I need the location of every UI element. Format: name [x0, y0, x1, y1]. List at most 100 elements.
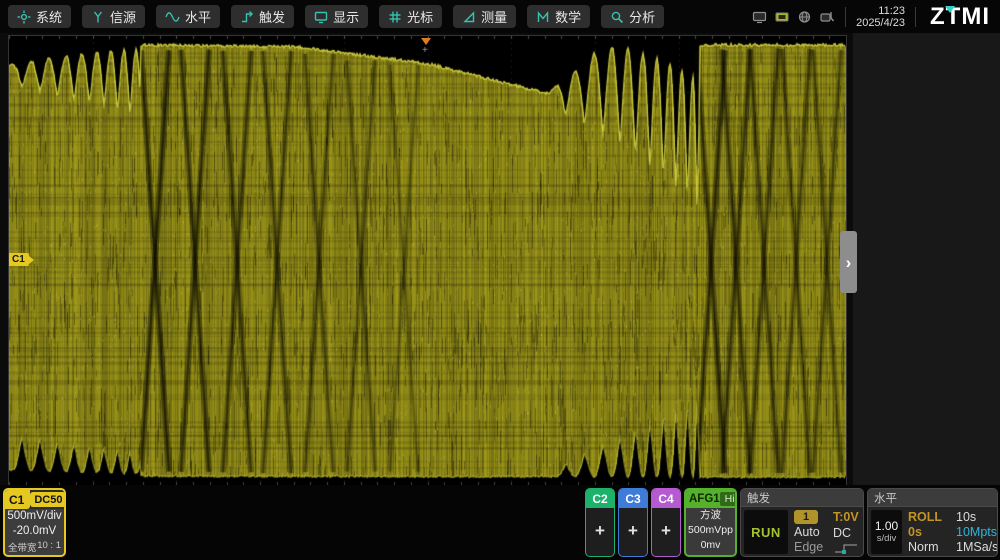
afg-header: AFG1 HiZ	[686, 490, 735, 508]
menu-cursor[interactable]: 光标	[379, 5, 442, 28]
timebase-box[interactable]: 1.00 s/div	[871, 510, 902, 554]
channel1-footer: 全带宽 10 : 1	[5, 539, 64, 554]
status-icon-group	[752, 10, 835, 24]
menu-label: 信源	[110, 7, 136, 26]
channel1-probe: 10 : 1	[37, 540, 61, 554]
trigger-source-badge[interactable]: 1	[794, 510, 818, 524]
horizontal-mode[interactable]: ROLL	[908, 510, 942, 524]
channel1-header: C1 DC50	[5, 490, 64, 509]
trigger-col-2: T:0V DC	[833, 507, 863, 557]
menu-group: 系统 信源 水平 触发	[0, 5, 664, 28]
divider	[915, 7, 916, 27]
touch-icon[interactable]	[819, 10, 835, 24]
afg-amplitude: 500mVpp 0mv	[686, 523, 735, 553]
trigger-col-1: 1 Auto Edge	[794, 507, 830, 557]
afg-frequency: 1.000kHz	[686, 553, 735, 557]
bottom-status-bar: C1 DC50 500mV/div -20.0mV 全带宽 10 : 1 C2 …	[0, 485, 1000, 560]
date-text: 2025/4/23	[856, 17, 905, 29]
analyze-icon	[610, 10, 624, 24]
channel1-name[interactable]: C1	[5, 490, 30, 509]
horizontal-icon	[165, 10, 180, 24]
menu-trigger[interactable]: 触发	[231, 5, 294, 28]
channel4-add-button[interactable]: +	[652, 521, 680, 541]
memory-depth[interactable]: 10Mpts	[956, 525, 997, 539]
trigger-panel-title: 触发	[741, 489, 863, 507]
channel2-name[interactable]: C2	[586, 489, 614, 508]
trigger-type[interactable]: Edge	[794, 540, 823, 554]
channel1-level-marker[interactable]: C1	[9, 253, 29, 266]
menu-label: 显示	[333, 7, 359, 26]
channel1-scale: 500mV/div	[5, 509, 64, 524]
sample-rate[interactable]: 1MSa/s	[956, 540, 998, 554]
brand-text: ZTMI	[930, 3, 990, 30]
topbar-right: 11:23 2025/4/23 ZTMI	[752, 3, 1000, 31]
trigger-icon	[240, 10, 254, 24]
top-menu-bar: 系统 信源 水平 触发	[0, 0, 1000, 33]
channel1-offset: -20.0mV	[5, 524, 64, 539]
trigger-coupling[interactable]: DC	[833, 526, 851, 540]
horizontal-col-1: ROLL 0s Norm	[908, 507, 954, 557]
clock-display: 11:23 2025/4/23	[856, 5, 905, 29]
screen-icon[interactable]	[752, 10, 767, 24]
trigger-position-marker[interactable]	[421, 38, 431, 45]
math-icon	[536, 10, 550, 24]
channel3-name[interactable]: C3	[619, 489, 647, 508]
horizontal-panel-body: 1.00 s/div ROLL 0s Norm 10s 10Mpts 1MSa/…	[868, 507, 997, 557]
brand-triangle-icon	[945, 6, 955, 13]
display-icon	[314, 10, 328, 24]
edge-slope-icon[interactable]	[833, 542, 859, 554]
menu-label: 触发	[259, 7, 285, 26]
menu-math[interactable]: 数学	[527, 5, 590, 28]
menu-analyze[interactable]: 分析	[601, 5, 664, 28]
menu-measure[interactable]: 测量	[453, 5, 516, 28]
channel4-name[interactable]: C4	[652, 489, 680, 508]
time-range[interactable]: 10s	[956, 510, 976, 524]
channel2-add-button[interactable]: +	[586, 521, 614, 541]
menu-system[interactable]: 系统	[8, 5, 71, 28]
menu-label: 水平	[185, 7, 211, 26]
trigger-mode[interactable]: Auto	[794, 525, 820, 539]
measure-icon	[462, 10, 476, 24]
trigger-panel-body: RUN 1 Auto Edge T:0V DC	[741, 507, 863, 557]
channel1-bandwidth: 全带宽	[8, 540, 37, 554]
trigger-level[interactable]: T:0V	[833, 510, 859, 524]
timebase-unit: s/div	[877, 533, 897, 544]
chevron-right-icon: ›	[846, 254, 852, 271]
waveform-canvas[interactable]	[9, 36, 846, 485]
right-side-panel	[853, 33, 1000, 485]
usb-icon[interactable]	[774, 10, 790, 24]
channel1-coupling-badge[interactable]: DC50	[30, 492, 66, 507]
channel1-box[interactable]: C1 DC50 500mV/div -20.0mV 全带宽 10 : 1	[3, 488, 66, 557]
network-icon[interactable]	[797, 10, 812, 24]
horizontal-col-2: 10s 10Mpts 1MSa/s	[956, 507, 998, 557]
channel3-box[interactable]: C3 +	[618, 488, 648, 557]
gear-icon	[17, 10, 31, 24]
acquisition-mode[interactable]: Norm	[908, 540, 939, 554]
divider	[845, 7, 846, 27]
time-text: 11:23	[856, 5, 905, 17]
afg-name[interactable]: AFG1	[686, 493, 720, 505]
run-state-box[interactable]: RUN	[744, 510, 788, 554]
waveform-display[interactable]: + C1 ›	[8, 35, 847, 486]
source-icon	[91, 10, 105, 24]
menu-label: 光标	[407, 7, 433, 26]
horizontal-panel[interactable]: 水平 1.00 s/div ROLL 0s Norm 10s 10Mpts 1M…	[867, 488, 998, 557]
oscilloscope-app: 系统 信源 水平 触发	[0, 0, 1000, 560]
trigger-panel[interactable]: 触发 RUN 1 Auto Edge T:0V DC	[740, 488, 864, 557]
afg-impedance-badge[interactable]: HiZ	[720, 492, 737, 506]
menu-horizontal[interactable]: 水平	[156, 5, 220, 28]
panel-slide-handle[interactable]: ›	[840, 231, 857, 293]
channel4-box[interactable]: C4 +	[651, 488, 681, 557]
trigger-point-cross: +	[422, 46, 428, 56]
timebase-value: 1.00	[875, 520, 898, 533]
horizontal-position[interactable]: 0s	[908, 525, 922, 539]
horizontal-panel-title: 水平	[868, 489, 997, 507]
afg-box[interactable]: AFG1 HiZ 方波 500mVpp 0mv 1.000kHz	[684, 488, 737, 557]
channel3-add-button[interactable]: +	[619, 521, 647, 541]
menu-source[interactable]: 信源	[82, 5, 145, 28]
channel2-box[interactable]: C2 +	[585, 488, 615, 557]
menu-label: 分析	[629, 7, 655, 26]
menu-display[interactable]: 显示	[305, 5, 368, 28]
menu-label: 系统	[36, 7, 62, 26]
afg-waveform-type: 方波	[686, 508, 735, 523]
